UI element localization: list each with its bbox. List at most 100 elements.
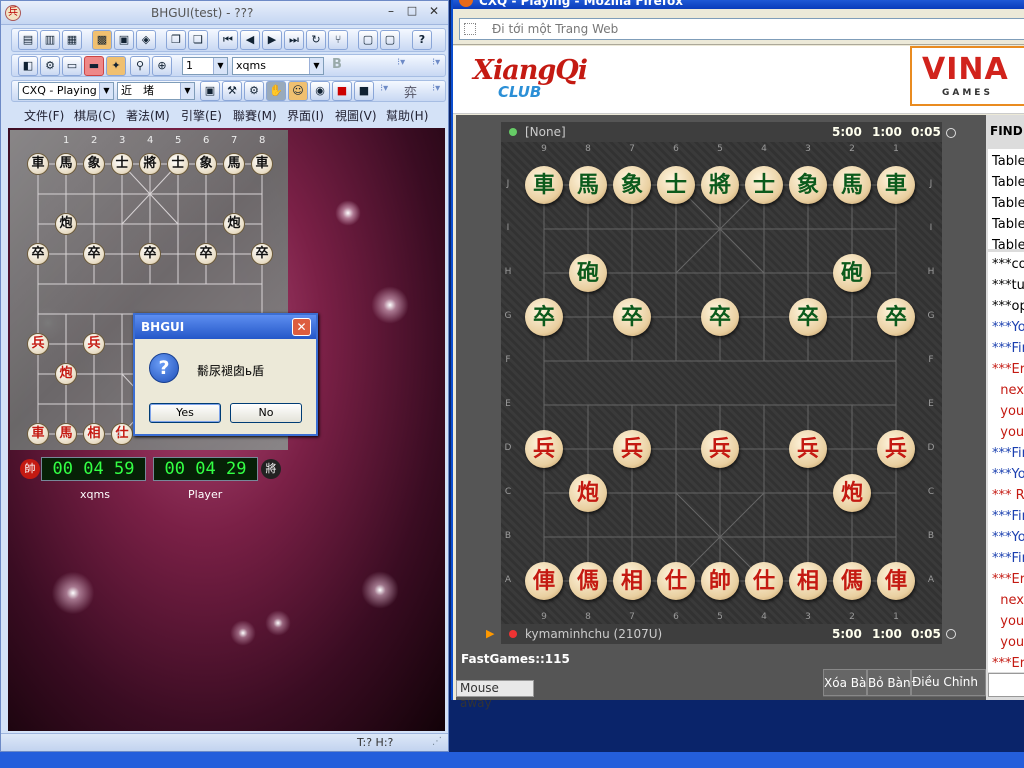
board-piece[interactable]: 兵 <box>27 333 49 355</box>
clear-board-button[interactable]: Xóa Bàn <box>823 669 867 696</box>
board-piece[interactable]: 相 <box>83 423 105 445</box>
table-entry[interactable]: Table <box>992 175 1024 190</box>
toolbar-grip[interactable]: ⁝▾ <box>380 83 388 94</box>
toolbar-grip[interactable]: ⁝▾ <box>432 57 440 68</box>
top-ready-indicator[interactable] <box>946 128 956 138</box>
board-piece[interactable]: 卒 <box>251 243 273 265</box>
board-piece[interactable]: 炮 <box>55 213 77 235</box>
engine-setup-icon[interactable]: ◧ <box>18 56 38 76</box>
board-piece[interactable]: 兵 <box>613 430 651 468</box>
board-piece[interactable]: 相 <box>789 562 827 600</box>
close-button[interactable]: ✕ <box>425 4 443 21</box>
branch-icon[interactable]: ⑂ <box>328 30 348 50</box>
chevron-down-icon[interactable]: ▼ <box>213 58 227 74</box>
board-piece[interactable]: 仕 <box>111 423 133 445</box>
chevron-down-icon[interactable]: ▼ <box>309 58 323 74</box>
engine-select[interactable]: xqms ▼ <box>232 57 324 75</box>
search-icon[interactable]: ⚲ <box>130 56 150 76</box>
duplicate-icon[interactable]: ▢ <box>380 30 400 50</box>
toolbar-grip[interactable]: ⁝▾ <box>397 57 405 68</box>
table-entry[interactable]: Table <box>992 154 1024 169</box>
help-icon[interactable]: ? <box>412 30 432 50</box>
window-icon[interactable]: ▢ <box>358 30 378 50</box>
back-icon[interactable]: ◀ <box>240 30 260 50</box>
board-piece[interactable]: 俥 <box>525 562 563 600</box>
chinese-font-icon[interactable]: 弈 <box>404 82 417 101</box>
board-piece[interactable]: 卒 <box>701 298 739 336</box>
opening-select[interactable]: 近 堵 ▼ <box>117 82 195 100</box>
no-button[interactable]: No <box>230 403 302 423</box>
chat-input[interactable] <box>988 673 1024 697</box>
hand-icon[interactable]: ✋ <box>266 81 286 101</box>
board-piece[interactable]: 士 <box>745 166 783 204</box>
board-piece[interactable]: 將 <box>139 153 161 175</box>
board-piece[interactable]: 傌 <box>833 562 871 600</box>
adjust-button[interactable]: Điều Chỉnh <box>911 669 986 696</box>
menu-item[interactable]: 界面(I) <box>287 107 324 124</box>
first-move-icon[interactable]: ⏮ <box>218 30 238 50</box>
board-piece[interactable]: 帥 <box>701 562 739 600</box>
board-piece[interactable]: 卒 <box>877 298 915 336</box>
face-icon[interactable]: ☺ <box>288 81 308 101</box>
toolbar-grip[interactable]: ⁝▾ <box>432 83 440 94</box>
yes-button[interactable]: Yes <box>149 403 221 423</box>
leave-table-button[interactable]: Bỏ Bàn <box>867 669 911 696</box>
board-piece[interactable]: 砲 <box>569 254 607 292</box>
resize-grip-icon[interactable]: ⋰ <box>432 736 442 747</box>
mode-select[interactable]: CXQ - Playing - I ▼ <box>18 82 114 100</box>
board-piece[interactable]: 傌 <box>569 562 607 600</box>
engine-icon[interactable]: ▣ <box>200 81 220 101</box>
bottom-ready-indicator[interactable] <box>946 629 956 639</box>
address-input[interactable]: Đi tới một Trang Web <box>459 18 1024 40</box>
board-piece[interactable]: 車 <box>27 153 49 175</box>
menu-item[interactable]: 棋局(C) <box>74 107 116 124</box>
board-piece[interactable]: 兵 <box>877 430 915 468</box>
board-piece[interactable]: 砲 <box>833 254 871 292</box>
board-piece[interactable]: 卒 <box>139 243 161 265</box>
table-entry[interactable]: Table <box>992 217 1024 232</box>
board-piece[interactable]: 象 <box>613 166 651 204</box>
menu-item[interactable]: 文件(F) <box>24 107 64 124</box>
bold-button[interactable]: B <box>332 57 342 72</box>
board-piece[interactable]: 象 <box>195 153 217 175</box>
board-piece[interactable]: 仕 <box>745 562 783 600</box>
last-move-icon[interactable]: ⏭ <box>284 30 304 50</box>
board-icon[interactable]: ▩ <box>92 30 112 50</box>
setup-icon[interactable]: ◈ <box>136 30 156 50</box>
monitor-icon[interactable]: ▭ <box>62 56 82 76</box>
tools-icon[interactable]: ⚙ <box>244 81 264 101</box>
vinagames-logo[interactable]: VINA GAMES <box>910 46 1024 106</box>
menu-item[interactable]: 聯賽(M) <box>233 107 277 124</box>
black-flag-icon[interactable]: ■ <box>354 81 374 101</box>
board-piece[interactable]: 卒 <box>613 298 651 336</box>
board-piece[interactable]: 炮 <box>223 213 245 235</box>
board-piece[interactable]: 卒 <box>525 298 563 336</box>
table-entry[interactable]: Table <box>992 238 1024 249</box>
board-piece[interactable]: 炮 <box>55 363 77 385</box>
open-icon[interactable]: ▥ <box>40 30 60 50</box>
board-piece[interactable]: 兵 <box>83 333 105 355</box>
bulb-icon[interactable]: ✦ <box>106 56 126 76</box>
board-piece[interactable]: 士 <box>167 153 189 175</box>
number-select[interactable]: 1 ▼ <box>182 57 228 75</box>
board-piece[interactable]: 卒 <box>27 243 49 265</box>
image-icon[interactable]: ▣ <box>114 30 134 50</box>
board-piece[interactable]: 兵 <box>525 430 563 468</box>
hammer-icon[interactable]: ⚒ <box>222 81 242 101</box>
board-piece[interactable]: 炮 <box>569 474 607 512</box>
board-piece[interactable]: 相 <box>613 562 651 600</box>
chevron-down-icon[interactable]: ▼ <box>99 83 113 99</box>
board-piece[interactable]: 馬 <box>55 153 77 175</box>
menu-item[interactable]: 引擎(E) <box>181 107 222 124</box>
new-icon[interactable]: ▤ <box>18 30 38 50</box>
save-icon[interactable]: ▦ <box>62 30 82 50</box>
table-entry[interactable]: Table <box>992 196 1024 211</box>
board-piece[interactable]: 士 <box>111 153 133 175</box>
dialog-close-button[interactable]: ✕ <box>292 318 311 336</box>
board-piece[interactable]: 車 <box>525 166 563 204</box>
board-piece[interactable]: 馬 <box>833 166 871 204</box>
paste-icon[interactable]: ❏ <box>188 30 208 50</box>
maximize-button[interactable]: □ <box>403 4 421 21</box>
copy-icon[interactable]: ❐ <box>166 30 186 50</box>
color-icon[interactable]: ◉ <box>310 81 330 101</box>
